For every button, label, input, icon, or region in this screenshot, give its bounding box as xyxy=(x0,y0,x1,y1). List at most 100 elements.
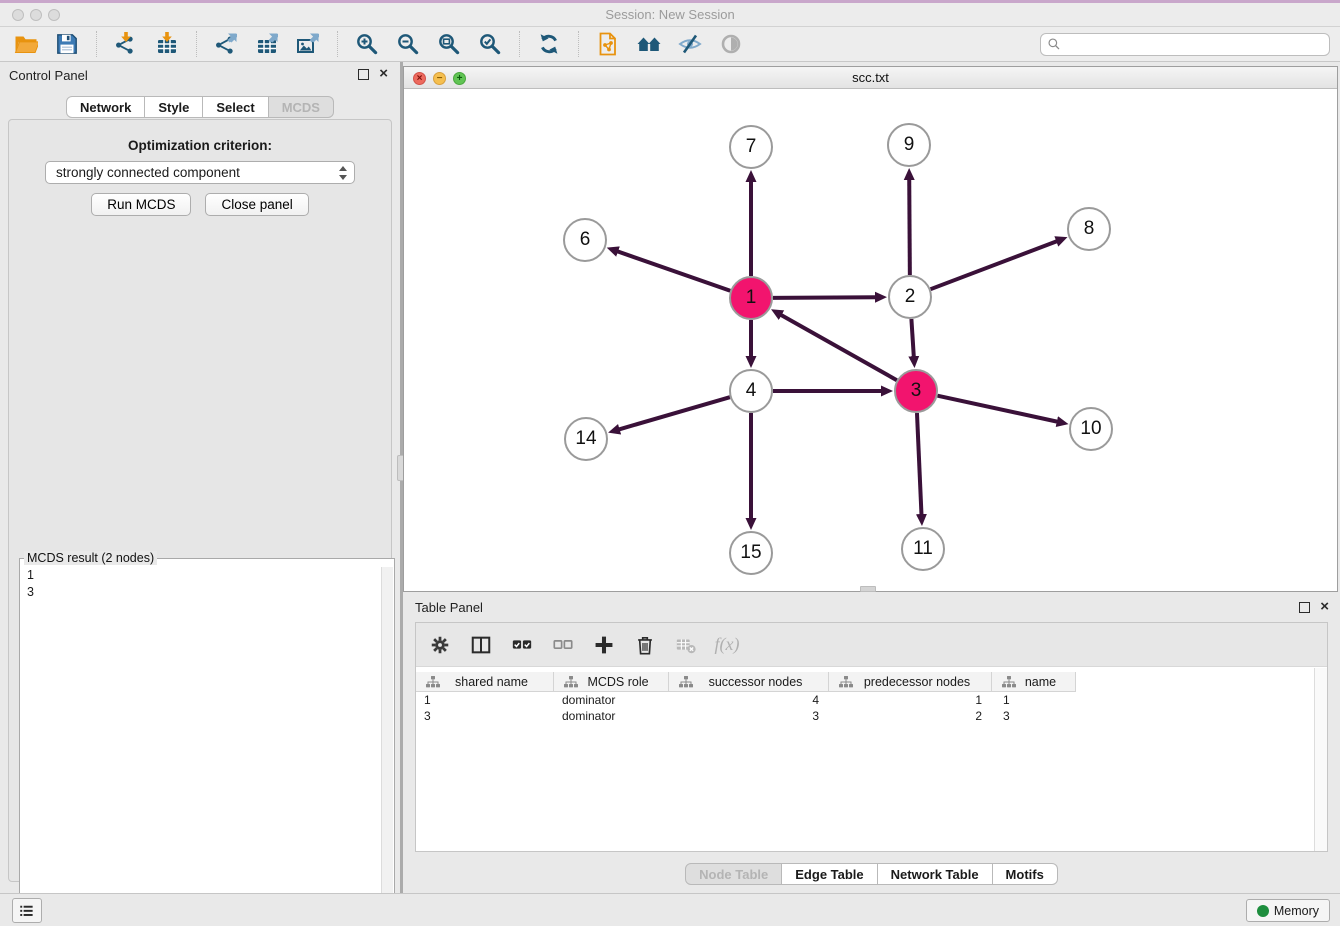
column-header-MCDS-role[interactable]: MCDS role xyxy=(554,672,669,691)
graph-edge-1-2[interactable] xyxy=(773,297,877,298)
criterion-select[interactable]: strongly connected component xyxy=(45,161,355,184)
graph-edge-1-6[interactable] xyxy=(616,251,730,291)
export-network-icon[interactable] xyxy=(210,30,242,58)
open-session-icon[interactable] xyxy=(10,30,42,58)
first-neighbors-icon[interactable] xyxy=(633,30,665,58)
table-panel-close-icon[interactable]: × xyxy=(1320,599,1329,615)
graph-edge-3-10[interactable] xyxy=(937,396,1058,422)
import-network-icon[interactable] xyxy=(110,30,142,58)
memory-button-label: Memory xyxy=(1274,904,1319,918)
new-network-from-selection-icon[interactable] xyxy=(592,30,624,58)
column-header-shared-name[interactable]: shared name xyxy=(416,672,554,691)
main-toolbar xyxy=(0,27,1340,62)
mcds-result-item[interactable]: 3 xyxy=(21,584,380,601)
tab-select[interactable]: Select xyxy=(203,96,268,118)
export-image-icon[interactable] xyxy=(292,30,324,58)
control-panel-float-icon[interactable] xyxy=(358,69,369,80)
select-all-rows-icon[interactable] xyxy=(508,631,536,659)
graph-edge-2-9[interactable] xyxy=(909,178,910,275)
graph-node-9[interactable]: 9 xyxy=(887,123,931,167)
toolbar-separator xyxy=(337,31,338,57)
column-header-label: successor nodes xyxy=(693,675,828,689)
table-cell[interactable]: dominator xyxy=(554,692,669,708)
table-tab-edge-table[interactable]: Edge Table xyxy=(782,863,877,885)
mcds-result-item[interactable]: 1 xyxy=(21,567,380,584)
toolbar-separator xyxy=(196,31,197,57)
graph-edge-2-8[interactable] xyxy=(931,241,1059,289)
window-titlebar: Session: New Session xyxy=(0,0,1340,27)
hide-selected-icon[interactable] xyxy=(674,30,706,58)
graph-node-6[interactable]: 6 xyxy=(563,218,607,262)
zoom-fit-icon[interactable] xyxy=(433,30,465,58)
add-column-icon[interactable] xyxy=(590,631,618,659)
graph-node-14[interactable]: 14 xyxy=(564,417,608,461)
graph-node-8[interactable]: 8 xyxy=(1067,207,1111,251)
close-panel-button[interactable]: Close panel xyxy=(205,193,308,216)
column-header-successor-nodes[interactable]: successor nodes xyxy=(669,672,829,691)
export-table-icon[interactable] xyxy=(251,30,283,58)
table-row[interactable]: 3dominator323 xyxy=(416,708,1314,724)
table-cell[interactable]: dominator xyxy=(554,708,669,724)
table-cell[interactable]: 1 xyxy=(829,692,992,708)
zoom-out-icon[interactable] xyxy=(392,30,424,58)
show-all-icon xyxy=(715,30,747,58)
task-history-button[interactable] xyxy=(12,898,42,923)
table-row[interactable]: 1dominator411 xyxy=(416,692,1314,708)
memory-button[interactable]: Memory xyxy=(1246,899,1330,922)
graph-node-1[interactable]: 1 xyxy=(729,276,773,320)
mcds-result-group: MCDS result (2 nodes) 13 xyxy=(19,551,395,926)
run-mcds-button[interactable]: Run MCDS xyxy=(91,193,191,216)
table-settings-icon[interactable] xyxy=(426,631,454,659)
horizontal-splitter-handle[interactable] xyxy=(860,586,876,592)
tab-style[interactable]: Style xyxy=(145,96,203,118)
import-table-icon[interactable] xyxy=(151,30,183,58)
tab-mcds[interactable]: MCDS xyxy=(269,96,334,118)
network-frame-titlebar: × − + scc.txt xyxy=(404,67,1337,89)
table-cell[interactable]: 4 xyxy=(669,692,829,708)
apply-layout-icon[interactable] xyxy=(533,30,565,58)
network-canvas[interactable]: 7 9 6 8 1 2 4 3 14 10 15 11 xyxy=(404,89,1337,591)
table-cell[interactable]: 3 xyxy=(992,708,1076,724)
zoom-selected-icon[interactable] xyxy=(474,30,506,58)
table-cell[interactable]: 3 xyxy=(416,708,554,724)
graph-node-2[interactable]: 2 xyxy=(888,275,932,319)
optimization-criterion-label: Optimization criterion: xyxy=(9,138,391,153)
memory-status-icon xyxy=(1257,905,1269,917)
mcds-result-scrollbar[interactable] xyxy=(381,567,393,926)
column-header-label: name xyxy=(1016,675,1075,689)
search-input[interactable] xyxy=(1065,36,1323,53)
table-scrollbar[interactable] xyxy=(1314,668,1327,851)
table-tab-motifs[interactable]: Motifs xyxy=(993,863,1058,885)
control-panel-header: Control Panel × xyxy=(0,62,400,88)
graph-edge-2-3[interactable] xyxy=(911,319,913,358)
graph-node-7[interactable]: 7 xyxy=(729,125,773,169)
table-tab-node-table[interactable]: Node Table xyxy=(685,863,782,885)
table-cell[interactable]: 2 xyxy=(829,708,992,724)
graph-node-3[interactable]: 3 xyxy=(894,369,938,413)
graph-node-11[interactable]: 11 xyxy=(901,527,945,571)
graph-node-15[interactable]: 15 xyxy=(729,531,773,575)
column-header-predecessor-nodes[interactable]: predecessor nodes xyxy=(829,672,992,691)
zoom-in-icon[interactable] xyxy=(351,30,383,58)
graph-edge-3-1[interactable] xyxy=(780,314,897,380)
control-panel-close-icon[interactable]: × xyxy=(379,66,388,82)
save-session-icon[interactable] xyxy=(51,30,83,58)
graph-node-4[interactable]: 4 xyxy=(729,369,773,413)
table-cell[interactable]: 1 xyxy=(992,692,1076,708)
graph-edge-3-11[interactable] xyxy=(917,413,922,516)
toolbar-separator xyxy=(96,31,97,57)
tab-network[interactable]: Network xyxy=(66,96,145,118)
delete-column-icon[interactable] xyxy=(631,631,659,659)
column-header-label: MCDS role xyxy=(578,675,668,689)
table-panel-float-icon[interactable] xyxy=(1299,602,1310,613)
table-cell[interactable]: 1 xyxy=(416,692,554,708)
deselect-all-rows-icon[interactable] xyxy=(549,631,577,659)
column-header-name[interactable]: name xyxy=(992,672,1076,691)
table-tab-network-table[interactable]: Network Table xyxy=(878,863,993,885)
table-cell[interactable]: 3 xyxy=(669,708,829,724)
column-hierarchy-icon xyxy=(559,676,578,688)
control-panel: Control Panel × NetworkStyleSelectMCDS O… xyxy=(0,62,400,893)
graph-node-10[interactable]: 10 xyxy=(1069,407,1113,451)
graph-edge-4-14[interactable] xyxy=(618,397,730,430)
column-selector-icon[interactable] xyxy=(467,631,495,659)
